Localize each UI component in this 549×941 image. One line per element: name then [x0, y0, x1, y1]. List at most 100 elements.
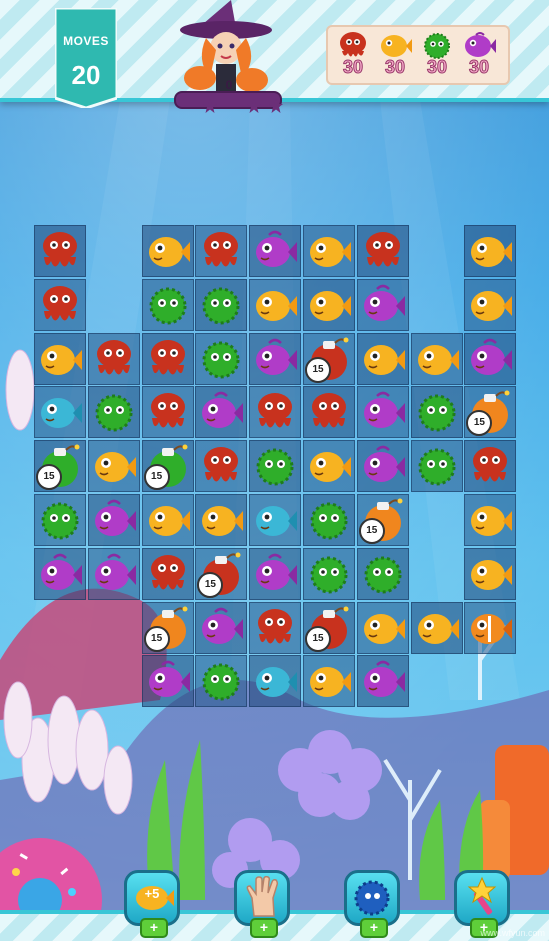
- creature-tile[interactable]: [303, 225, 355, 277]
- creature-tile[interactable]: [88, 333, 140, 385]
- yellow-fish-icon: [310, 237, 351, 267]
- yellow-fish-icon: [310, 667, 351, 698]
- creature-tile[interactable]: [142, 548, 194, 600]
- bomb-tile[interactable]: 15: [195, 548, 247, 600]
- creature-tile[interactable]: [411, 333, 463, 385]
- booster-puffer-bomb-button[interactable]: +: [342, 868, 404, 938]
- creature-tile[interactable]: [34, 279, 86, 331]
- creature-tile[interactable]: [34, 333, 86, 385]
- green-puffer-icon: [202, 341, 240, 379]
- red-octopus-icon: [473, 447, 508, 482]
- creature-tile[interactable]: [464, 279, 516, 331]
- creature-tile[interactable]: [142, 655, 194, 707]
- creature-tile[interactable]: [88, 548, 140, 600]
- blue-fish-icon: [256, 667, 298, 698]
- creature-tile[interactable]: [249, 386, 301, 438]
- bomb-tile[interactable]: 15: [303, 602, 355, 654]
- creature-tile[interactable]: [357, 440, 409, 492]
- creature-tile[interactable]: [303, 386, 355, 438]
- creature-tile[interactable]: [142, 494, 194, 546]
- green-puffer-icon: [364, 556, 402, 594]
- yellow-fish-icon: [471, 237, 513, 267]
- creature-tile[interactable]: [357, 386, 409, 438]
- creature-tile[interactable]: [195, 333, 247, 385]
- yellow-fish-icon: [417, 344, 459, 375]
- creature-tile[interactable]: [249, 225, 301, 277]
- purple-fish-icon: [256, 230, 298, 267]
- creature-tile[interactable]: [249, 655, 301, 707]
- booster-hand-button[interactable]: +: [232, 868, 294, 938]
- creature-tile[interactable]: [464, 548, 516, 600]
- bomb-tile[interactable]: 15: [303, 333, 355, 385]
- creature-tile[interactable]: [464, 333, 516, 385]
- bomb-countdown: 15: [143, 625, 170, 652]
- green-puffer-icon: [41, 502, 79, 540]
- creature-tile[interactable]: [464, 494, 516, 546]
- creature-tile[interactable]: [303, 548, 355, 600]
- creature-tile[interactable]: [249, 494, 301, 546]
- creature-tile[interactable]: [249, 279, 301, 331]
- creature-tile[interactable]: [464, 225, 516, 277]
- creature-tile[interactable]: [303, 494, 355, 546]
- creature-tile[interactable]: [303, 440, 355, 492]
- yellow-fish-icon: [148, 506, 190, 536]
- creature-tile[interactable]: [142, 279, 194, 331]
- creature-tile[interactable]: [34, 225, 86, 277]
- creature-tile[interactable]: [357, 655, 409, 707]
- creature-tile[interactable]: [303, 655, 355, 707]
- creature-tile[interactable]: [195, 440, 247, 492]
- creature-tile[interactable]: [464, 440, 516, 492]
- creature-tile[interactable]: [34, 386, 86, 438]
- creature-tile[interactable]: [249, 548, 301, 600]
- creature-tile[interactable]: [357, 225, 409, 277]
- creature-tile[interactable]: [195, 386, 247, 438]
- creature-tile[interactable]: [34, 548, 86, 600]
- creature-tile[interactable]: [88, 494, 140, 546]
- creature-tile[interactable]: [411, 602, 463, 654]
- creature-tile[interactable]: [88, 440, 140, 492]
- booster-plus-badge[interactable]: +: [360, 918, 388, 938]
- green-puffer-icon: [256, 448, 294, 486]
- creature-tile[interactable]: [195, 225, 247, 277]
- red-octopus-icon: [43, 285, 77, 321]
- creature-tile[interactable]: [303, 279, 355, 331]
- creature-tile[interactable]: [195, 494, 247, 546]
- creature-tile[interactable]: [142, 333, 194, 385]
- creature-tile[interactable]: [357, 548, 409, 600]
- creature-tile[interactable]: [357, 602, 409, 654]
- bomb-tile[interactable]: 15: [142, 602, 194, 654]
- orange-clownfish-icon: [471, 613, 513, 644]
- creature-tile[interactable]: [88, 386, 140, 438]
- creature-tile[interactable]: [249, 602, 301, 654]
- creature-tile[interactable]: [249, 333, 301, 385]
- creature-tile[interactable]: [249, 440, 301, 492]
- booster-plus-badge[interactable]: +: [140, 918, 168, 938]
- creature-tile[interactable]: [357, 279, 409, 331]
- bomb-tile[interactable]: 15: [34, 440, 86, 492]
- creature-tile[interactable]: [34, 494, 86, 546]
- yellow-fish-icon: [41, 344, 82, 375]
- red-octopus-icon: [43, 232, 77, 267]
- purple-fish-icon: [202, 392, 244, 429]
- yellow-fish-icon: [363, 613, 405, 644]
- creature-tile[interactable]: [195, 602, 247, 654]
- bomb-countdown: 15: [305, 356, 331, 383]
- purple-fish-icon: [202, 607, 244, 644]
- creature-tile[interactable]: [195, 279, 247, 331]
- creature-tile[interactable]: [357, 333, 409, 385]
- purple-fish-icon: [94, 499, 136, 536]
- green-puffer-icon: [418, 448, 456, 486]
- booster-plus-badge[interactable]: +: [250, 918, 278, 938]
- creature-tile[interactable]: [464, 602, 516, 654]
- bomb-tile[interactable]: 15: [357, 494, 409, 546]
- bomb-tile[interactable]: 15: [142, 440, 194, 492]
- creature-tile[interactable]: [195, 655, 247, 707]
- bomb-tile[interactable]: 15: [464, 386, 516, 438]
- booster-extra-moves-button[interactable]: +5 +: [122, 868, 184, 938]
- creature-tile[interactable]: [142, 225, 194, 277]
- creature-tile[interactable]: [142, 386, 194, 438]
- creature-tile[interactable]: [411, 440, 463, 492]
- creature-tile[interactable]: [411, 386, 463, 438]
- green-puffer-icon: [310, 556, 348, 594]
- yellow-fish-icon: [310, 452, 351, 483]
